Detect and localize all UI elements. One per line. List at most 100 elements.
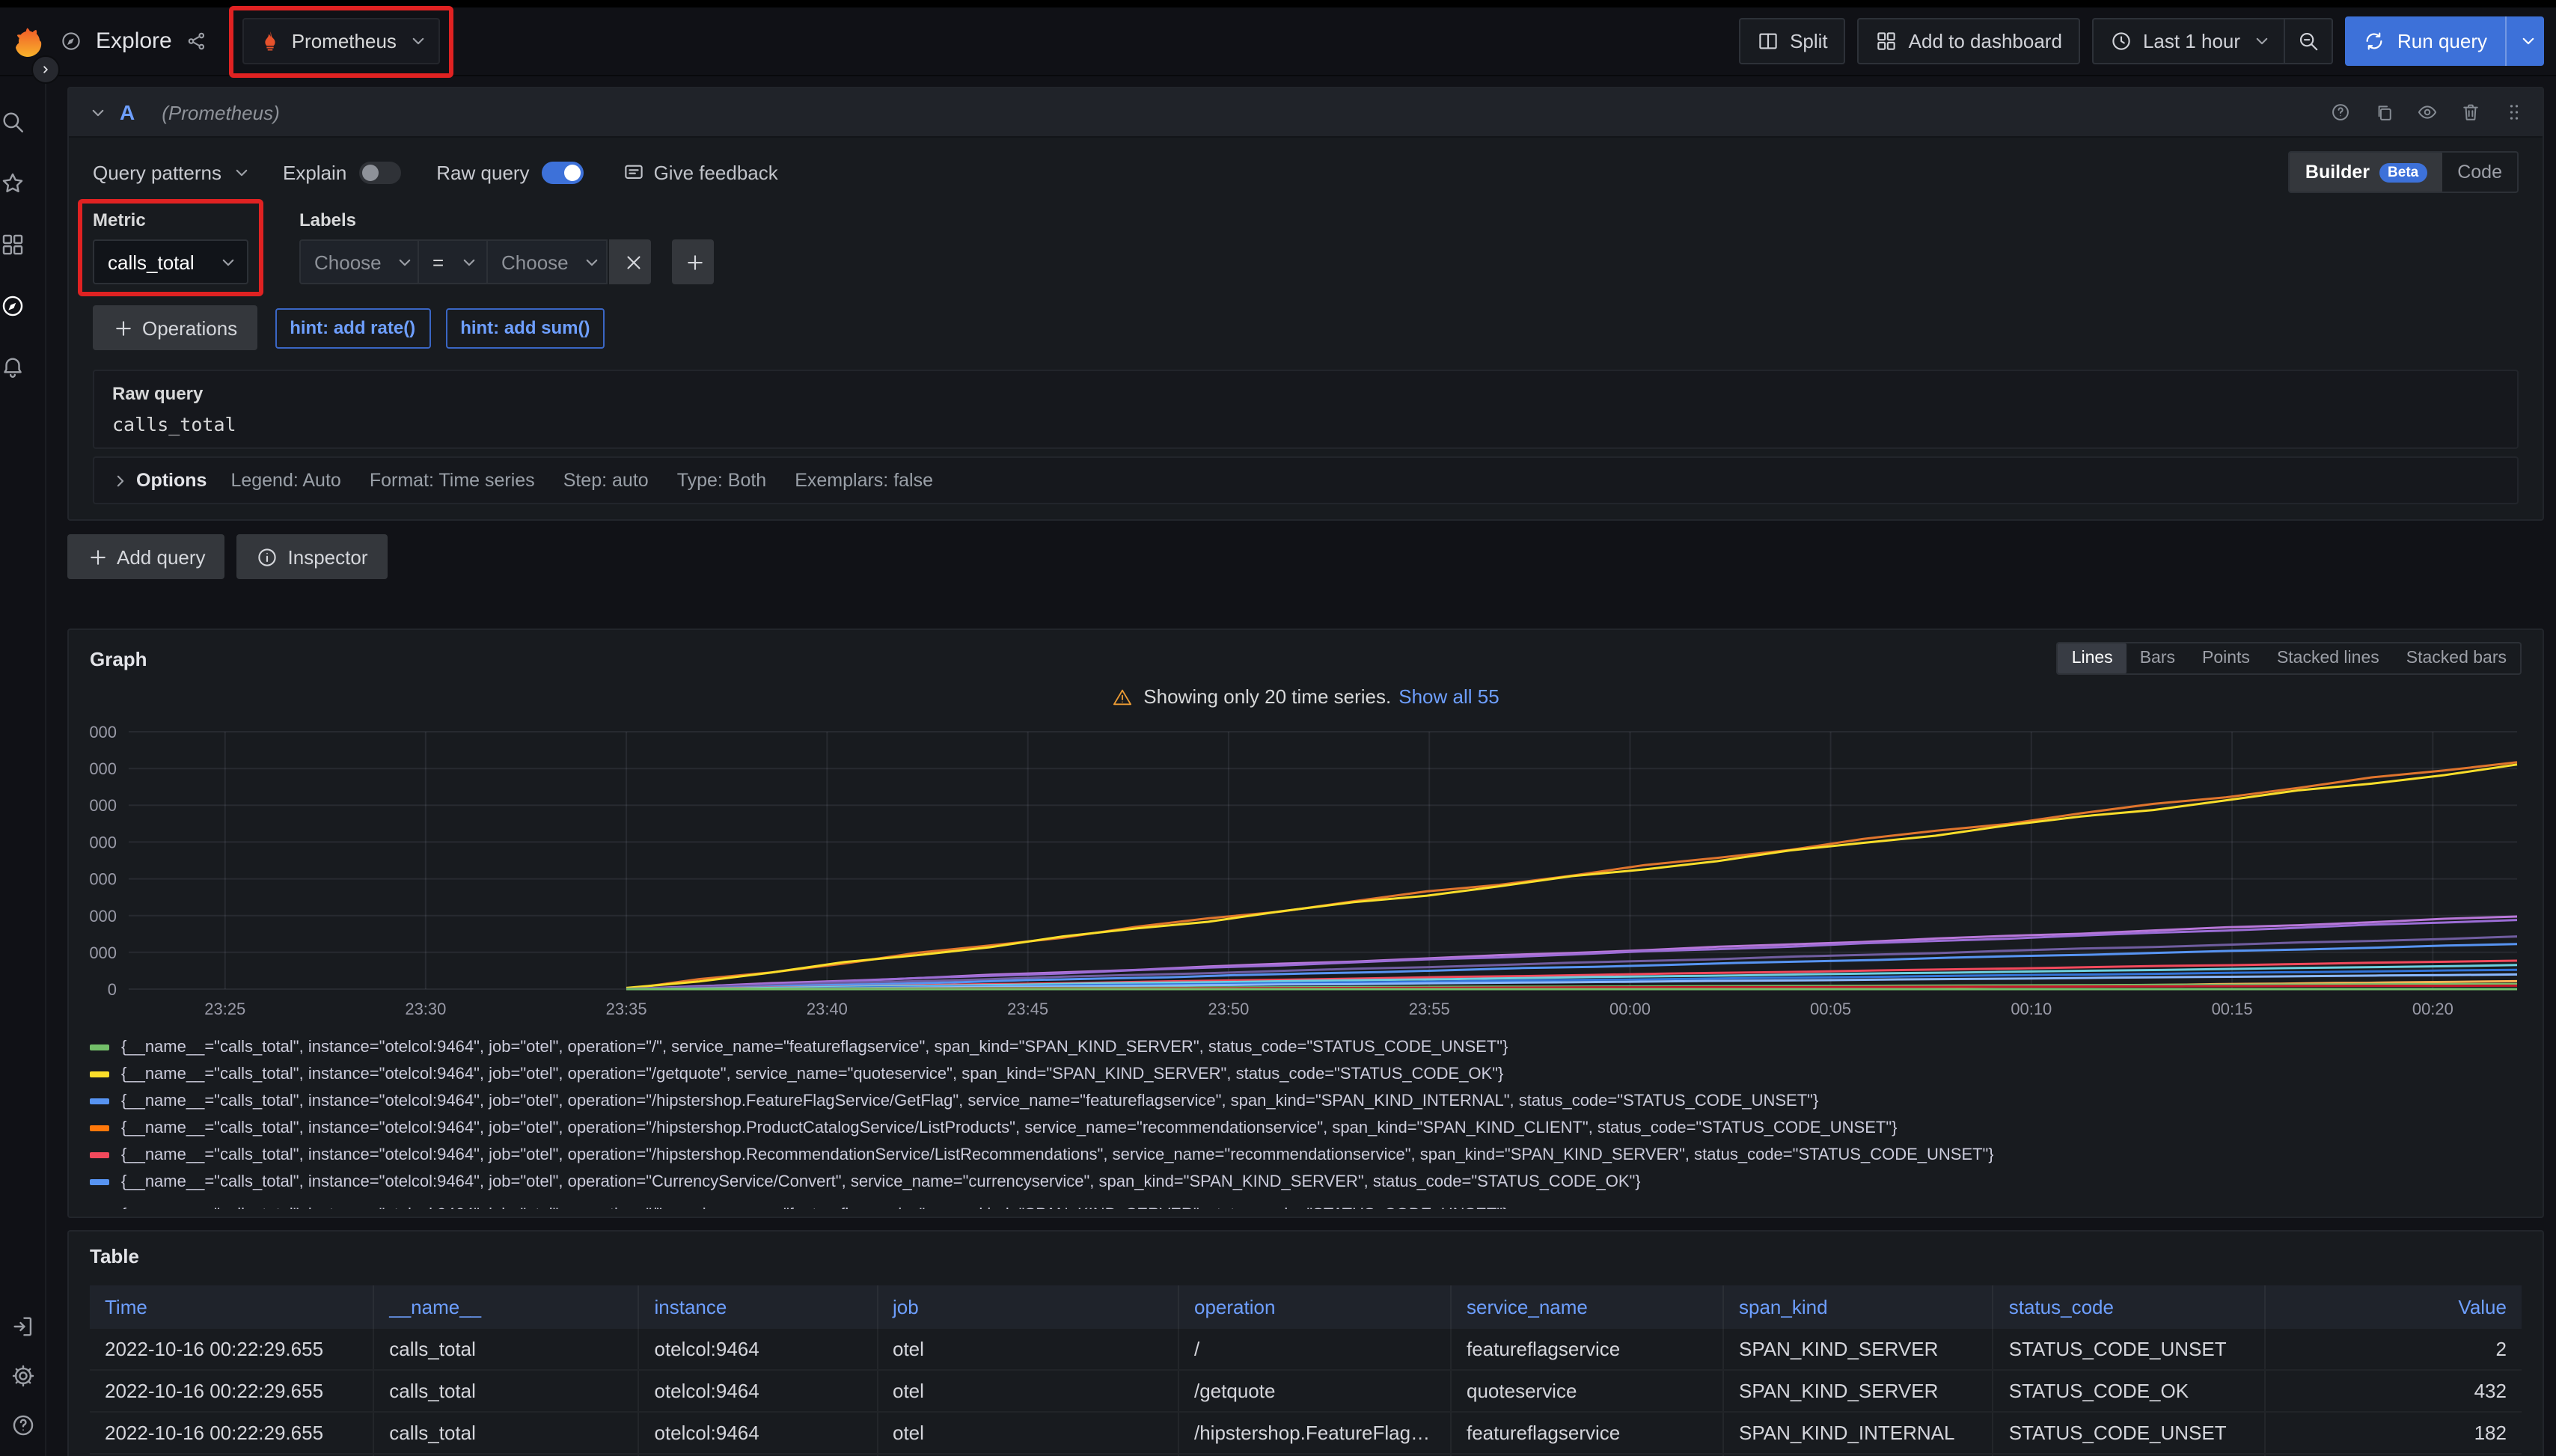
run-query-button[interactable]: Run query (2345, 16, 2544, 66)
sidebar-search-icon[interactable] (0, 109, 25, 135)
datasource-picker[interactable]: Prometheus (242, 18, 440, 64)
add-label-filter-button[interactable] (672, 239, 714, 284)
show-all-series-link[interactable]: Show all 55 (1398, 685, 1499, 708)
legend-series-label: {__name__="calls_total", instance="otelc… (121, 1092, 1818, 1110)
sidebar-signin-icon[interactable] (10, 1314, 35, 1339)
legend-series-color (90, 1125, 109, 1131)
table-cell: SPAN_KIND_SERVER (1724, 1329, 1994, 1369)
table-cell: / (1179, 1329, 1452, 1369)
svg-text:23:55: 23:55 (1409, 1000, 1450, 1018)
query-ref-id: A (120, 100, 135, 124)
sidebar-star-icon[interactable] (0, 171, 25, 196)
window-top-strip (0, 0, 2556, 7)
sidebar-expand-button[interactable] (31, 55, 60, 84)
drag-handle-icon[interactable] (2504, 102, 2525, 123)
run-query-dropdown[interactable] (2505, 16, 2544, 66)
legend-item[interactable]: {__name__="calls_total", instance="otelc… (90, 1142, 2522, 1169)
grafana-logo[interactable] (10, 25, 43, 58)
chevron-right-icon (109, 469, 124, 492)
sidebar-help-icon[interactable] (10, 1413, 35, 1438)
column-header-name[interactable]: __name__ (374, 1285, 639, 1329)
chart-legend: {__name__="calls_total", instance="otelc… (90, 1034, 2522, 1196)
table-cell: 2 (2266, 1329, 2522, 1369)
graph-mode-stacked-lines[interactable]: Stacked lines (2263, 643, 2393, 673)
column-header-job[interactable]: job (878, 1285, 1179, 1329)
svg-text:14000: 14000 (90, 723, 117, 741)
legend-item[interactable]: {__name__="calls_total", instance="otelc… (90, 1115, 2522, 1142)
editor-mode-switch: Builder Beta Code (2289, 151, 2519, 193)
metric-select[interactable]: calls_total (93, 239, 248, 284)
query-patterns-dropdown[interactable]: Query patterns (93, 161, 247, 183)
label-operator-select[interactable]: = (419, 239, 488, 284)
table-cell: calls_total (374, 1413, 639, 1453)
legend-series-label: {__name__="calls_total", instance="otelc… (121, 1173, 1641, 1191)
explain-toggle[interactable] (358, 161, 400, 183)
share-icon[interactable] (186, 30, 208, 52)
label-key-select[interactable]: Choose (299, 239, 419, 284)
chevron-down-icon (458, 251, 473, 273)
builder-mode-button[interactable]: Builder Beta (2290, 153, 2442, 192)
graph-mode-bars[interactable]: Bars (2127, 643, 2189, 673)
svg-text:00:00: 00:00 (1609, 1000, 1651, 1018)
legend-item[interactable]: {__name__="calls_total", instance="otelc… (90, 1034, 2522, 1061)
table-cell: SPAN_KIND_INTERNAL (1724, 1413, 1994, 1453)
metric-field-group: Metric calls_total (93, 209, 248, 284)
column-header-instance[interactable]: instance (640, 1285, 878, 1329)
copy-query-icon[interactable] (2373, 102, 2394, 123)
query-toolbar: Query patterns Explain Raw query Give fe… (93, 153, 2519, 192)
add-to-dashboard-button[interactable]: Add to dashboard (1858, 18, 2080, 64)
query-options-row[interactable]: Options Legend: AutoFormat: Time seriesS… (93, 456, 2519, 504)
column-header-time[interactable]: Time (90, 1285, 374, 1329)
svg-text:00:20: 00:20 (2412, 1000, 2453, 1018)
graph-mode-lines[interactable]: Lines (2058, 643, 2127, 673)
sidebar-compass-icon[interactable] (0, 293, 25, 319)
info-circle-icon (257, 545, 276, 568)
table-body: 2022-10-16 00:22:29.655calls_totalotelco… (90, 1329, 2522, 1456)
query-hint-button-0[interactable]: hint: add rate() (275, 308, 430, 348)
column-header-statuscode[interactable]: status_code (1994, 1285, 2266, 1329)
grafana-explore-app: Explore Prometheus (0, 0, 2556, 1456)
time-range-picker[interactable]: Last 1 hour (2092, 18, 2284, 64)
sidebar-gear-icon[interactable] (10, 1363, 35, 1389)
legend-item[interactable]: {__name__="calls_total", instance="otelc… (90, 1088, 2522, 1115)
query-row-header[interactable]: A (Prometheus) (69, 88, 2543, 138)
add-operation-button[interactable]: Operations (93, 305, 257, 350)
hide-query-eye-icon[interactable] (2417, 102, 2438, 123)
table-cell: otelcol:9464 (640, 1413, 878, 1453)
table-row: 2022-10-16 00:22:29.655calls_totalotelco… (90, 1329, 2522, 1369)
legend-item[interactable]: {__name__="calls_total", instance="otelc… (90, 1061, 2522, 1088)
table-cell: 2022-10-16 00:22:29.655 (90, 1413, 374, 1453)
delete-query-trash-icon[interactable] (2460, 102, 2481, 123)
split-button[interactable]: Split (1739, 18, 1846, 64)
help-circle-icon[interactable] (2330, 102, 2351, 123)
column-header-operation[interactable]: operation (1179, 1285, 1452, 1329)
zoom-out-time-button[interactable] (2284, 18, 2333, 64)
sidebar-apps-icon[interactable] (0, 232, 25, 257)
clock-icon (2110, 30, 2132, 52)
column-header-spankind[interactable]: span_kind (1724, 1285, 1994, 1329)
sidebar-nav (0, 76, 46, 1456)
query-hint-button-1[interactable]: hint: add sum() (445, 308, 605, 348)
column-header-servicename[interactable]: service_name (1452, 1285, 1724, 1329)
add-query-button[interactable]: Add query (67, 534, 225, 579)
svg-text:12000: 12000 (90, 759, 117, 778)
chevron-down-icon (2517, 30, 2534, 52)
table-row: 2022-10-16 00:22:29.655calls_totalotelco… (90, 1453, 2522, 1456)
sidebar-bell-icon[interactable] (0, 355, 25, 380)
graph-mode-stacked-bars[interactable]: Stacked bars (2393, 643, 2520, 673)
inspector-button[interactable]: Inspector (237, 534, 388, 579)
graph-mode-points[interactable]: Points (2189, 643, 2263, 673)
legend-item[interactable]: {__name__="calls_total", instance="otelc… (90, 1202, 2522, 1209)
graph-panel-title: Graph (90, 647, 147, 670)
label-value-select[interactable]: Choose (488, 239, 608, 284)
code-mode-button[interactable]: Code (2442, 153, 2517, 192)
table-cell: 2022-10-16 00:22:29.655 (90, 1329, 374, 1369)
raw-query-toggle[interactable] (542, 161, 584, 183)
give-feedback-link[interactable]: Give feedback (623, 161, 778, 183)
time-series-chart[interactable]: 0200040006000800010000120001400023:2523:… (90, 720, 2522, 1028)
column-header-value[interactable]: Value (2266, 1285, 2522, 1329)
legend-item[interactable]: {__name__="calls_total", instance="otelc… (90, 1169, 2522, 1196)
remove-label-filter-button[interactable] (609, 239, 651, 284)
table-panel-title: Table (90, 1245, 139, 1267)
collapse-chevron-icon[interactable] (87, 101, 105, 123)
